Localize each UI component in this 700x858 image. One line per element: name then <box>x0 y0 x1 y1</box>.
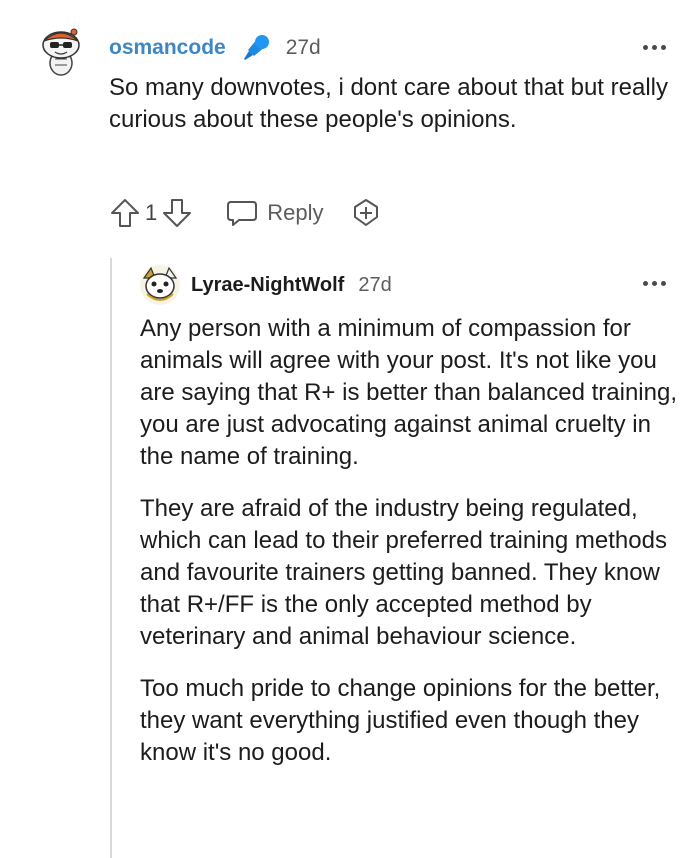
snoo-avatar-lyrae[interactable] <box>139 264 181 306</box>
chat-bubble-icon <box>227 201 258 226</box>
award-icon[interactable] <box>350 197 382 229</box>
microphone-icon <box>243 35 269 60</box>
comment-body: So many downvotes, i dont care about tha… <box>109 74 668 133</box>
timestamp: 27d <box>358 273 392 296</box>
comment-actions: 1 Reply <box>109 195 382 231</box>
snoo-avatar-osmancode[interactable] <box>38 27 84 79</box>
more-options-icon[interactable] <box>643 281 666 286</box>
reply-button[interactable]: Reply <box>225 197 324 229</box>
username-link[interactable]: Lyrae-NightWolf <box>191 274 344 297</box>
reply-paragraph: Any person with a minimum of compassion … <box>140 315 677 470</box>
reply-label: Reply <box>267 200 324 225</box>
more-options-icon[interactable] <box>643 45 666 50</box>
timestamp: 27d <box>285 36 321 59</box>
username-link[interactable]: osmancode <box>109 36 226 60</box>
upvote-arrow-icon[interactable] <box>109 197 141 229</box>
reply-meta: Lyrae-NightWolf 27d <box>191 270 392 300</box>
reply-paragraph: They are afraid of the industry being re… <box>140 495 667 650</box>
downvote-arrow-icon[interactable] <box>161 197 193 229</box>
thread-line[interactable] <box>110 258 112 858</box>
reply-body: Any person with a minimum of compassion … <box>140 313 680 789</box>
vote-score: 1 <box>145 200 158 225</box>
reply-paragraph: Too much pride to change opinions for th… <box>140 675 661 766</box>
comment-meta: osmancode 27d <box>109 30 321 66</box>
